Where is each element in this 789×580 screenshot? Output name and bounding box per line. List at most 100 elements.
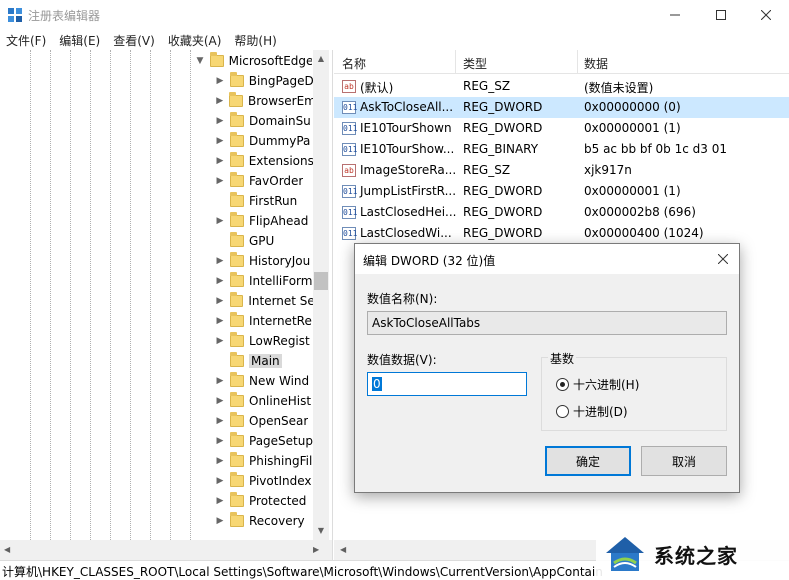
tree-node-label: FlipAhead <box>249 214 309 228</box>
hex-radio-option[interactable]: 十六进制(H) <box>556 376 639 392</box>
tree-node[interactable]: ▶ FavOrder <box>214 171 313 191</box>
chevron-right-icon[interactable]: ▶ <box>214 491 226 511</box>
column-separator[interactable] <box>577 50 578 74</box>
value-data-cell: 0x00000400 (1024) <box>584 226 704 240</box>
close-button[interactable] <box>743 0 789 30</box>
registry-value-row[interactable]: 011 AskToCloseAll... REG_DWORD 0x00000000 (… <box>334 97 789 118</box>
maximize-button[interactable] <box>698 0 744 30</box>
chevron-right-icon[interactable]: ▶ <box>214 391 226 411</box>
tree-node[interactable]: ▶ BingPageD <box>214 71 313 91</box>
registry-value-row[interactable]: 011 IE10TourShow... REG_BINARY b5 ac bb bf … <box>334 139 789 160</box>
dec-radio-option[interactable]: 十进制(D) <box>556 403 628 419</box>
tree-node[interactable]: GPU <box>214 231 313 251</box>
tree-node[interactable]: ▶ IntelliForm <box>214 271 313 291</box>
tree-node[interactable]: ▶ PhishingFil <box>214 451 313 471</box>
menu-file[interactable]: 文件(F) <box>0 30 53 50</box>
scroll-right-icon[interactable]: ▶ <box>313 545 319 554</box>
folder-icon <box>230 112 244 127</box>
scroll-thumb[interactable] <box>314 272 328 290</box>
folder-icon <box>230 132 244 147</box>
chevron-right-icon[interactable]: ▶ <box>214 151 226 171</box>
tree-node[interactable]: ▶ Extensions <box>214 151 313 171</box>
chevron-right-icon[interactable]: ▶ <box>214 411 226 431</box>
tree-node-label: PageSetup <box>249 434 313 448</box>
registry-value-row[interactable]: ab ImageStoreRa... REG_SZ xjk917n <box>334 160 789 181</box>
tree-guide-line <box>90 50 91 540</box>
tree-node[interactable]: Main <box>214 351 313 371</box>
radio-selected-icon[interactable] <box>556 377 569 391</box>
value-data-cell: 0x00000000 (0) <box>584 100 681 114</box>
tree-node-microsoftedge[interactable]: ▼ MicrosoftEdge <box>194 51 312 71</box>
tree-node[interactable]: ▶ PivotIndex <box>214 471 313 491</box>
tree-node[interactable]: ▶ PageSetup <box>214 431 313 451</box>
dialog-close-button[interactable] <box>713 250 733 268</box>
scroll-left-icon[interactable]: ◀ <box>340 545 346 554</box>
tree-node[interactable]: FirstRun <box>214 191 313 211</box>
chevron-right-icon[interactable]: ▶ <box>214 471 226 491</box>
cancel-button[interactable]: 取消 <box>641 446 727 476</box>
close-icon <box>718 254 728 264</box>
tree-node[interactable]: ▶ LowRegist <box>214 331 313 351</box>
registry-value-row[interactable]: 011 JumpListFirstR... REG_DWORD 0x00000001 … <box>334 181 789 202</box>
registry-value-row[interactable]: ab (默认) REG_SZ (数值未设置) <box>334 76 789 97</box>
column-header-type[interactable]: 类型 <box>463 55 487 72</box>
tree-node[interactable]: ▶ OnlineHist <box>214 391 313 411</box>
chevron-right-icon[interactable]: ▶ <box>214 311 226 331</box>
ok-button[interactable]: 确定 <box>545 446 631 476</box>
tree-horizontal-scrollbar[interactable]: ◀ ▶ <box>0 540 332 560</box>
binary-value-icon: 011 <box>342 101 358 114</box>
value-name-field[interactable]: AskToCloseAllTabs <box>367 311 727 335</box>
tree-node[interactable]: ▶ OpenSear <box>214 411 313 431</box>
tree-node[interactable]: ▶ New Wind <box>214 371 313 391</box>
scroll-down-icon[interactable]: ▼ <box>313 522 329 538</box>
menu-favorites[interactable]: 收藏夹(A) <box>162 30 229 50</box>
chevron-right-icon[interactable]: ▶ <box>214 371 226 391</box>
chevron-right-icon[interactable]: ▶ <box>214 511 226 531</box>
tree-node-label: BrowserEm <box>247 94 313 108</box>
tree-node[interactable]: ▶ HistoryJou <box>214 251 313 271</box>
chevron-right-icon[interactable]: ▶ <box>214 131 226 151</box>
tree-node-label: LowRegist <box>249 334 310 348</box>
chevron-right-icon[interactable]: ▶ <box>214 111 226 131</box>
minimize-button[interactable] <box>652 0 698 30</box>
chevron-right-icon[interactable]: ▶ <box>214 71 226 91</box>
tree-node[interactable]: ▶ BrowserEm <box>214 91 313 111</box>
registry-value-row[interactable]: 011 LastClosedWi... REG_DWORD 0x00000400 (1… <box>334 223 789 244</box>
registry-value-row[interactable]: 011 IE10TourShown REG_DWORD 0x00000001 (1) <box>334 118 789 139</box>
chevron-right-icon[interactable]: ▶ <box>214 291 226 311</box>
menu-view[interactable]: 查看(V) <box>107 30 162 50</box>
value-type-cell: REG_SZ <box>463 163 511 177</box>
tree-vertical-scrollbar[interactable]: ▲ ▼ <box>313 50 329 540</box>
menu-help[interactable]: 帮助(H) <box>228 30 283 50</box>
value-data-input[interactable]: 0 <box>367 372 527 396</box>
chevron-right-icon[interactable]: ▶ <box>214 431 226 451</box>
registry-editor-window: 注册表编辑器 文件(F) 编辑(E) 查看(V) 收藏夹(A) 帮助(H) ▼ <box>0 0 789 580</box>
chevron-right-icon[interactable]: ▶ <box>214 451 226 471</box>
tree-node[interactable]: ▶ FlipAhead <box>214 211 313 231</box>
tree-guide-line <box>110 50 111 540</box>
chevron-down-icon[interactable]: ▼ <box>194 51 206 71</box>
tree-node[interactable]: ▶ DomainSu <box>214 111 313 131</box>
column-separator[interactable] <box>455 50 456 74</box>
tree-node[interactable]: ▶ InternetRe <box>214 311 313 331</box>
chevron-right-icon[interactable]: ▶ <box>214 331 226 351</box>
scroll-up-icon[interactable]: ▲ <box>313 50 329 66</box>
column-header-name[interactable]: 名称 <box>342 55 366 72</box>
scroll-left-icon[interactable]: ◀ <box>4 545 10 554</box>
tree-node[interactable]: ▶ Internet Se <box>214 291 313 311</box>
registry-value-row[interactable]: 011 LastClosedHei... REG_DWORD 0x000002b8 (… <box>334 202 789 223</box>
tree-node-label: MicrosoftEdge <box>228 54 312 68</box>
chevron-right-icon[interactable]: ▶ <box>214 91 225 111</box>
chevron-right-icon[interactable]: ▶ <box>214 251 226 271</box>
radio-unselected-icon[interactable] <box>556 404 569 418</box>
tree-node[interactable]: ▶ Recovery <box>214 511 313 531</box>
chevron-right-icon[interactable]: ▶ <box>214 271 226 291</box>
tree-node[interactable]: ▶ DummyPa <box>214 131 313 151</box>
tree-node[interactable]: ▶ Protected <box>214 491 313 511</box>
chevron-right-icon[interactable]: ▶ <box>214 211 226 231</box>
menu-edit[interactable]: 编辑(E) <box>53 30 107 50</box>
folder-icon <box>230 272 244 287</box>
tree-node-label: BingPageD <box>248 74 314 88</box>
column-header-data[interactable]: 数据 <box>584 55 608 72</box>
chevron-right-icon[interactable]: ▶ <box>214 171 226 191</box>
